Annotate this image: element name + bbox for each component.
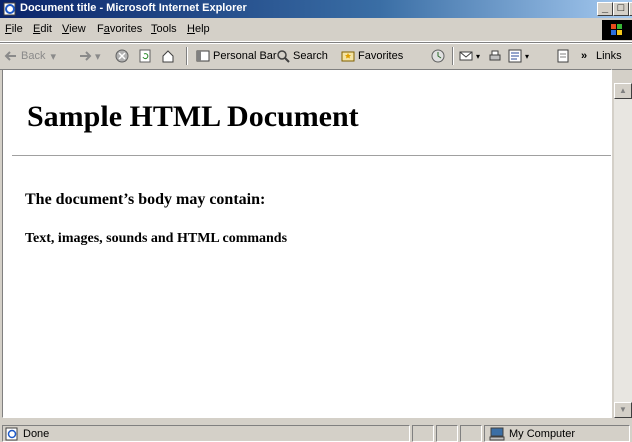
personal-bar-icon: [196, 50, 210, 62]
maximize-button[interactable]: □: [613, 2, 629, 16]
stop-button[interactable]: [115, 47, 132, 65]
page-content[interactable]: Sample HTML Document The document’s body…: [2, 69, 612, 418]
discuss-icon: [557, 49, 569, 63]
minimize-button[interactable]: _: [597, 2, 613, 16]
discuss-button[interactable]: [556, 47, 573, 65]
refresh-icon: [139, 49, 151, 63]
links-label: Links: [596, 50, 622, 62]
mail-dropdown-icon[interactable]: ▾: [476, 52, 480, 61]
print-button[interactable]: [488, 47, 505, 65]
scroll-up-button[interactable]: ▲: [614, 83, 632, 99]
scroll-down-button[interactable]: ▼: [614, 402, 632, 418]
security-zone-panel: My Computer: [484, 425, 630, 442]
standard-toolbar: Back ▾ ▾ Personal Bar Search Favorites ▾…: [0, 42, 632, 70]
zone-text: My Computer: [509, 427, 576, 440]
forward-button[interactable]: ▾: [78, 47, 101, 65]
page-paragraph: Text, images, sounds and HTML commands: [25, 231, 288, 246]
edit-dropdown-icon[interactable]: ▾: [525, 52, 529, 61]
favorites-icon: [341, 51, 355, 62]
favorites-button[interactable]: Favorites: [341, 47, 403, 65]
mail-button[interactable]: ▾: [459, 47, 480, 65]
home-icon: [162, 50, 174, 63]
status-bar: Done My Computer: [0, 422, 632, 442]
horizontal-rule: [12, 155, 611, 157]
personal-bar-button[interactable]: Personal Bar: [196, 47, 277, 65]
back-dropdown-icon[interactable]: ▾: [50, 50, 56, 63]
menu-view[interactable]: View: [62, 23, 86, 35]
print-icon: [489, 50, 501, 61]
status-text: Done: [23, 427, 50, 440]
vertical-scrollbar[interactable]: ▲ ▼: [614, 83, 632, 418]
ie-page-icon: [3, 2, 16, 16]
mail-icon: [459, 51, 473, 61]
back-label: Back: [21, 50, 46, 62]
page-subheading: The document’s body may contain:: [25, 191, 266, 208]
refresh-button[interactable]: [138, 47, 155, 65]
menu-edit[interactable]: Edit: [33, 23, 52, 35]
search-button[interactable]: Search: [276, 47, 328, 65]
stop-icon: [115, 49, 129, 63]
back-button[interactable]: Back ▾: [4, 47, 56, 65]
menu-favorites[interactable]: Favorites: [97, 23, 142, 35]
status-main-panel: Done: [2, 425, 410, 442]
title-bar[interactable]: Document title - Microsoft Internet Expl…: [0, 0, 632, 18]
windows-logo-icon: [602, 20, 632, 40]
computer-icon: [489, 427, 505, 440]
window-title: Document title - Microsoft Internet Expl…: [20, 2, 247, 14]
menu-file[interactable]: File: [5, 23, 23, 35]
favorites-label: Favorites: [358, 50, 404, 62]
browser-window: Document title - Microsoft Internet Expl…: [0, 0, 632, 442]
edit-icon: [508, 49, 522, 63]
home-button[interactable]: [161, 47, 178, 65]
forward-dropdown-icon[interactable]: ▾: [95, 50, 101, 63]
back-arrow-icon: [4, 51, 16, 61]
menu-help[interactable]: Help: [187, 23, 210, 35]
ie-page-icon: [5, 427, 18, 440]
toolbar-separator: [186, 47, 188, 65]
links-button[interactable]: Links: [596, 47, 622, 65]
toolbar-separator: [452, 47, 454, 65]
history-icon: [431, 49, 445, 63]
search-label: Search: [293, 50, 328, 62]
forward-arrow-icon: [80, 51, 92, 61]
search-icon: [277, 50, 290, 63]
edit-button[interactable]: ▾: [508, 47, 529, 65]
page-heading: Sample HTML Document: [27, 100, 359, 133]
menu-tools[interactable]: Tools: [151, 23, 177, 35]
history-button[interactable]: [431, 47, 448, 65]
status-panel: [460, 425, 482, 442]
personal-bar-label: Personal Bar: [213, 50, 277, 62]
toolbar-overflow-button[interactable]: »: [581, 47, 587, 65]
status-panel: [436, 425, 458, 442]
menu-bar: File Edit View Favorites Tools Help: [0, 19, 632, 42]
status-panel: [412, 425, 434, 442]
